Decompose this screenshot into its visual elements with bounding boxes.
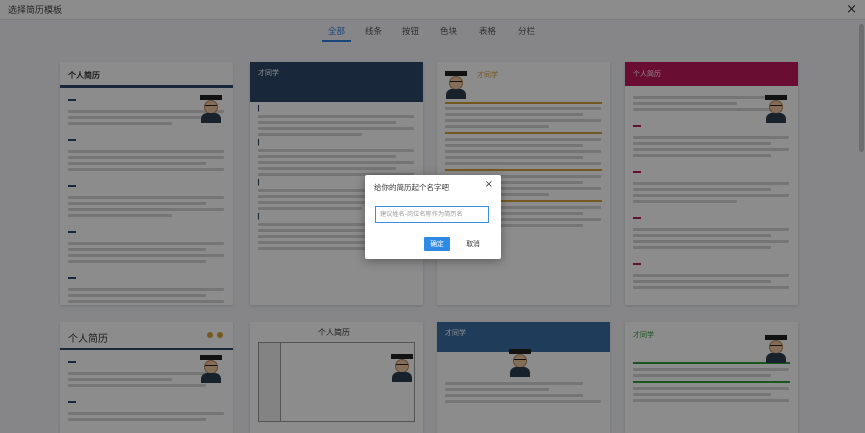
dialog-title: 给你的简历起个名字吧 [374,183,449,192]
name-resume-dialog: 给你的简历起个名字吧 × 确定 取消 [365,175,501,259]
resume-name-input[interactable] [375,206,489,223]
dialog-close-icon[interactable]: × [485,179,493,190]
cancel-button[interactable]: 取消 [461,237,485,251]
confirm-button[interactable]: 确定 [424,237,450,251]
